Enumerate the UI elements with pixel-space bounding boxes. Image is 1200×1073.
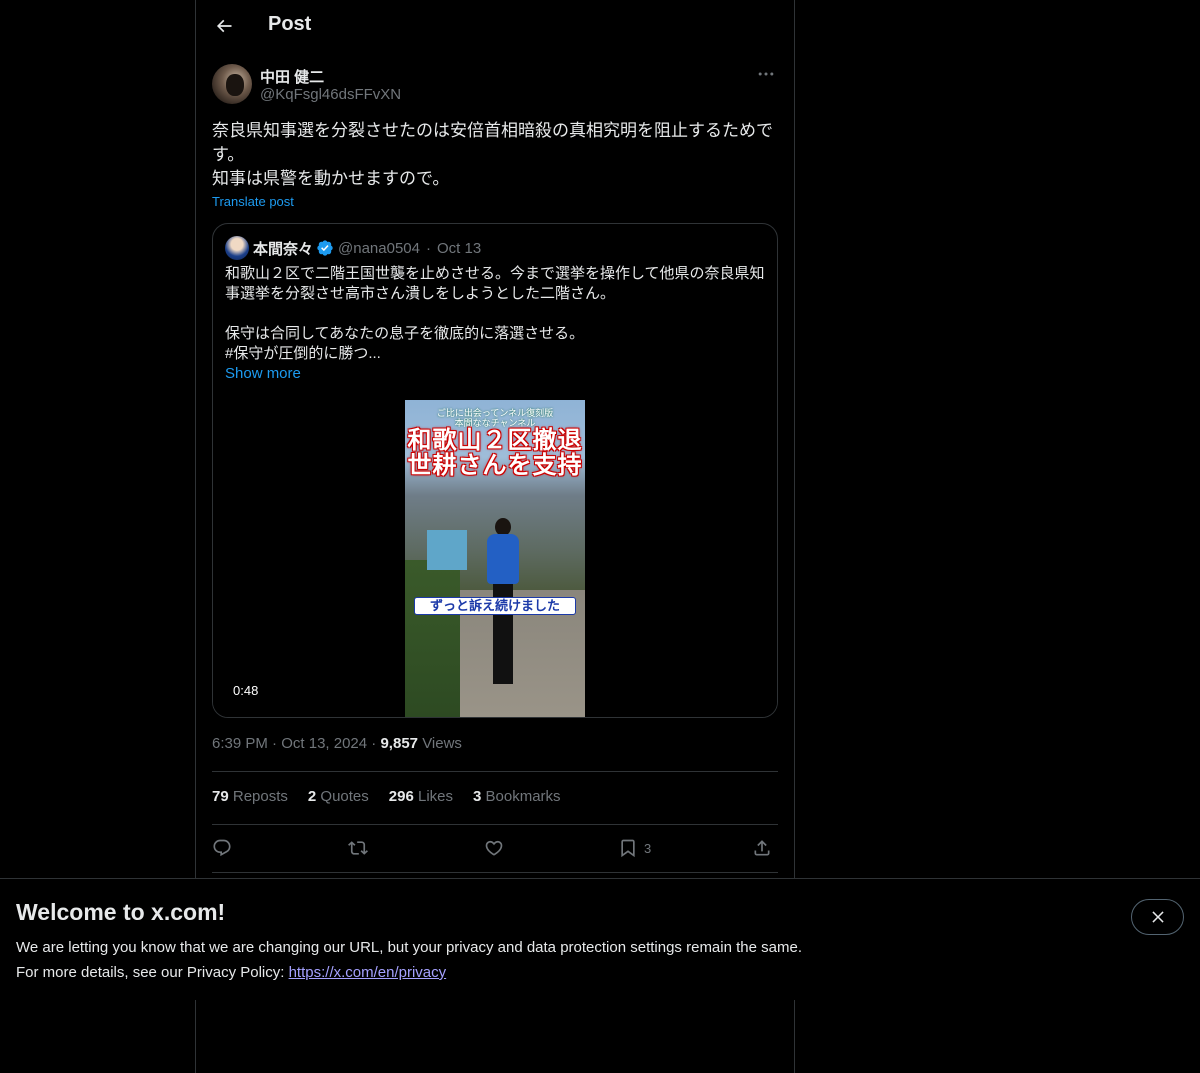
bushes-shape xyxy=(405,560,460,717)
banner-line: We are letting you know that we are chan… xyxy=(16,939,802,956)
divider xyxy=(212,771,778,772)
likes-label: Likes xyxy=(417,788,454,805)
divider xyxy=(212,824,778,825)
banner-text: We are letting you know that we are chan… xyxy=(16,935,802,985)
post-text-line: す。 xyxy=(212,145,245,164)
blue-box-shape xyxy=(427,530,467,570)
post-text-line: 知事は県警を動かせますので。 xyxy=(212,169,450,188)
video-title-line: 和歌山２区撤退 xyxy=(407,427,583,454)
privacy-policy-link[interactable]: https://x.com/en/privacy xyxy=(289,964,447,981)
views-label: Views xyxy=(422,735,462,752)
post-author: 中田 健二 @KqFsgl46dsFFvXN xyxy=(212,64,778,108)
post-text: 奈良県知事選を分裂させたのは安倍首相暗殺の真相究明を阻止するためで す。 知事は… xyxy=(212,119,778,191)
separator-dot: · xyxy=(272,735,282,752)
quoted-post[interactable]: 本間奈々 @nana0504 · Oct 13 和歌山２区で二階王国世襲を止めさ… xyxy=(212,223,778,718)
quote-text: 和歌山２区で二階王国世襲を止めさせる。今まで選挙を操作して他県の奈良県知 事選挙… xyxy=(225,265,765,362)
separator-dot: · xyxy=(425,239,431,257)
reposts-label: Reposts xyxy=(232,788,288,805)
video-title-line: 世耕さんを支持 xyxy=(407,452,583,479)
close-banner-button[interactable] xyxy=(1131,899,1184,935)
video-duration-badge: 0:48 xyxy=(225,681,267,700)
post-header: Post xyxy=(196,0,794,53)
video-title-overlay: 和歌山２区撤退 世耕さんを支持 xyxy=(405,428,585,478)
quotes-count: 2 xyxy=(307,788,317,805)
quotes-stat[interactable]: 2 Quotes xyxy=(308,788,369,805)
views-count: 9,857 xyxy=(380,735,419,752)
post-meta: 6:39 PM · Oct 13, 2024 · 9,857 Views xyxy=(212,735,462,752)
reposts-count: 79 xyxy=(212,788,229,805)
reply-button[interactable] xyxy=(212,836,232,860)
divider xyxy=(212,872,778,873)
banner-line: For more details, see our Privacy Policy… xyxy=(16,960,802,985)
quote-author-name: 本間奈々 xyxy=(253,240,314,258)
post-time[interactable]: 6:39 PM xyxy=(212,735,268,752)
translate-post-link[interactable]: Translate post xyxy=(212,194,294,209)
banner-line-prefix: For more details, see our Privacy Policy… xyxy=(16,964,289,981)
more-dots-icon xyxy=(758,72,774,76)
bookmarks-count: 3 xyxy=(473,788,482,805)
quote-avatar[interactable] xyxy=(225,236,249,260)
bookmark-icon xyxy=(621,839,635,858)
bookmark-button[interactable]: 3 xyxy=(618,836,651,860)
bookmarks-label: Bookmarks xyxy=(485,788,561,805)
post-text-line: 奈良県知事選を分裂させたのは安倍首相暗殺の真相究明を阻止するためで xyxy=(212,121,773,140)
page-title: Post xyxy=(268,13,312,35)
bookmark-count: 3 xyxy=(644,840,652,856)
post-date[interactable]: Oct 13, 2024 xyxy=(281,735,367,752)
back-button[interactable] xyxy=(212,14,236,38)
arrow-left-icon xyxy=(216,19,232,33)
repost-icon xyxy=(348,841,368,855)
likes-stat[interactable]: 296 Likes xyxy=(389,788,453,805)
reply-icon xyxy=(213,839,231,857)
avatar[interactable] xyxy=(212,64,252,104)
bookmarks-stat[interactable]: 3 Bookmarks xyxy=(473,788,561,805)
quotes-label: Quotes xyxy=(320,788,369,805)
video-caption: ずっと訴え続けました xyxy=(414,597,576,615)
like-button[interactable] xyxy=(484,836,504,860)
repost-button[interactable] xyxy=(348,836,368,860)
post-stats: 79 Reposts 2 Quotes 296 Likes 3 Bookmark… xyxy=(212,788,561,805)
reposts-stat[interactable]: 79 Reposts xyxy=(212,788,288,805)
welcome-banner: Welcome to x.com! We are letting you kno… xyxy=(0,878,1200,1000)
quote-date: Oct 13 xyxy=(436,239,482,257)
action-bar: 3 xyxy=(212,836,778,860)
author-name[interactable]: 中田 健二 xyxy=(260,66,324,87)
share-icon xyxy=(754,840,770,856)
video-player[interactable]: ご比に出会ってンネル復刻版 本間ななチャンネル 和歌山２区撤退 世耕さんを支持 … xyxy=(213,400,777,717)
video-channel-text: ご比に出会ってンネル復刻版 本間ななチャンネル xyxy=(436,408,554,428)
heart-icon xyxy=(485,840,503,856)
person-jacket xyxy=(487,534,519,584)
quote-author-handle: @nana0504 xyxy=(338,239,420,257)
close-icon xyxy=(1151,911,1164,923)
author-handle[interactable]: @KqFsgl46dsFFvXN xyxy=(260,86,401,103)
quote-header: 本間奈々 @nana0504 · Oct 13 xyxy=(225,236,481,260)
banner-title: Welcome to x.com! xyxy=(16,899,226,925)
verified-badge-icon xyxy=(317,240,333,256)
video-thumbnail: ご比に出会ってンネル復刻版 本間ななチャンネル 和歌山２区撤退 世耕さんを支持 … xyxy=(405,400,585,717)
likes-count: 296 xyxy=(388,788,414,805)
show-more-link[interactable]: Show more xyxy=(225,365,301,382)
more-options-button[interactable] xyxy=(754,64,778,88)
share-button[interactable] xyxy=(752,836,772,860)
